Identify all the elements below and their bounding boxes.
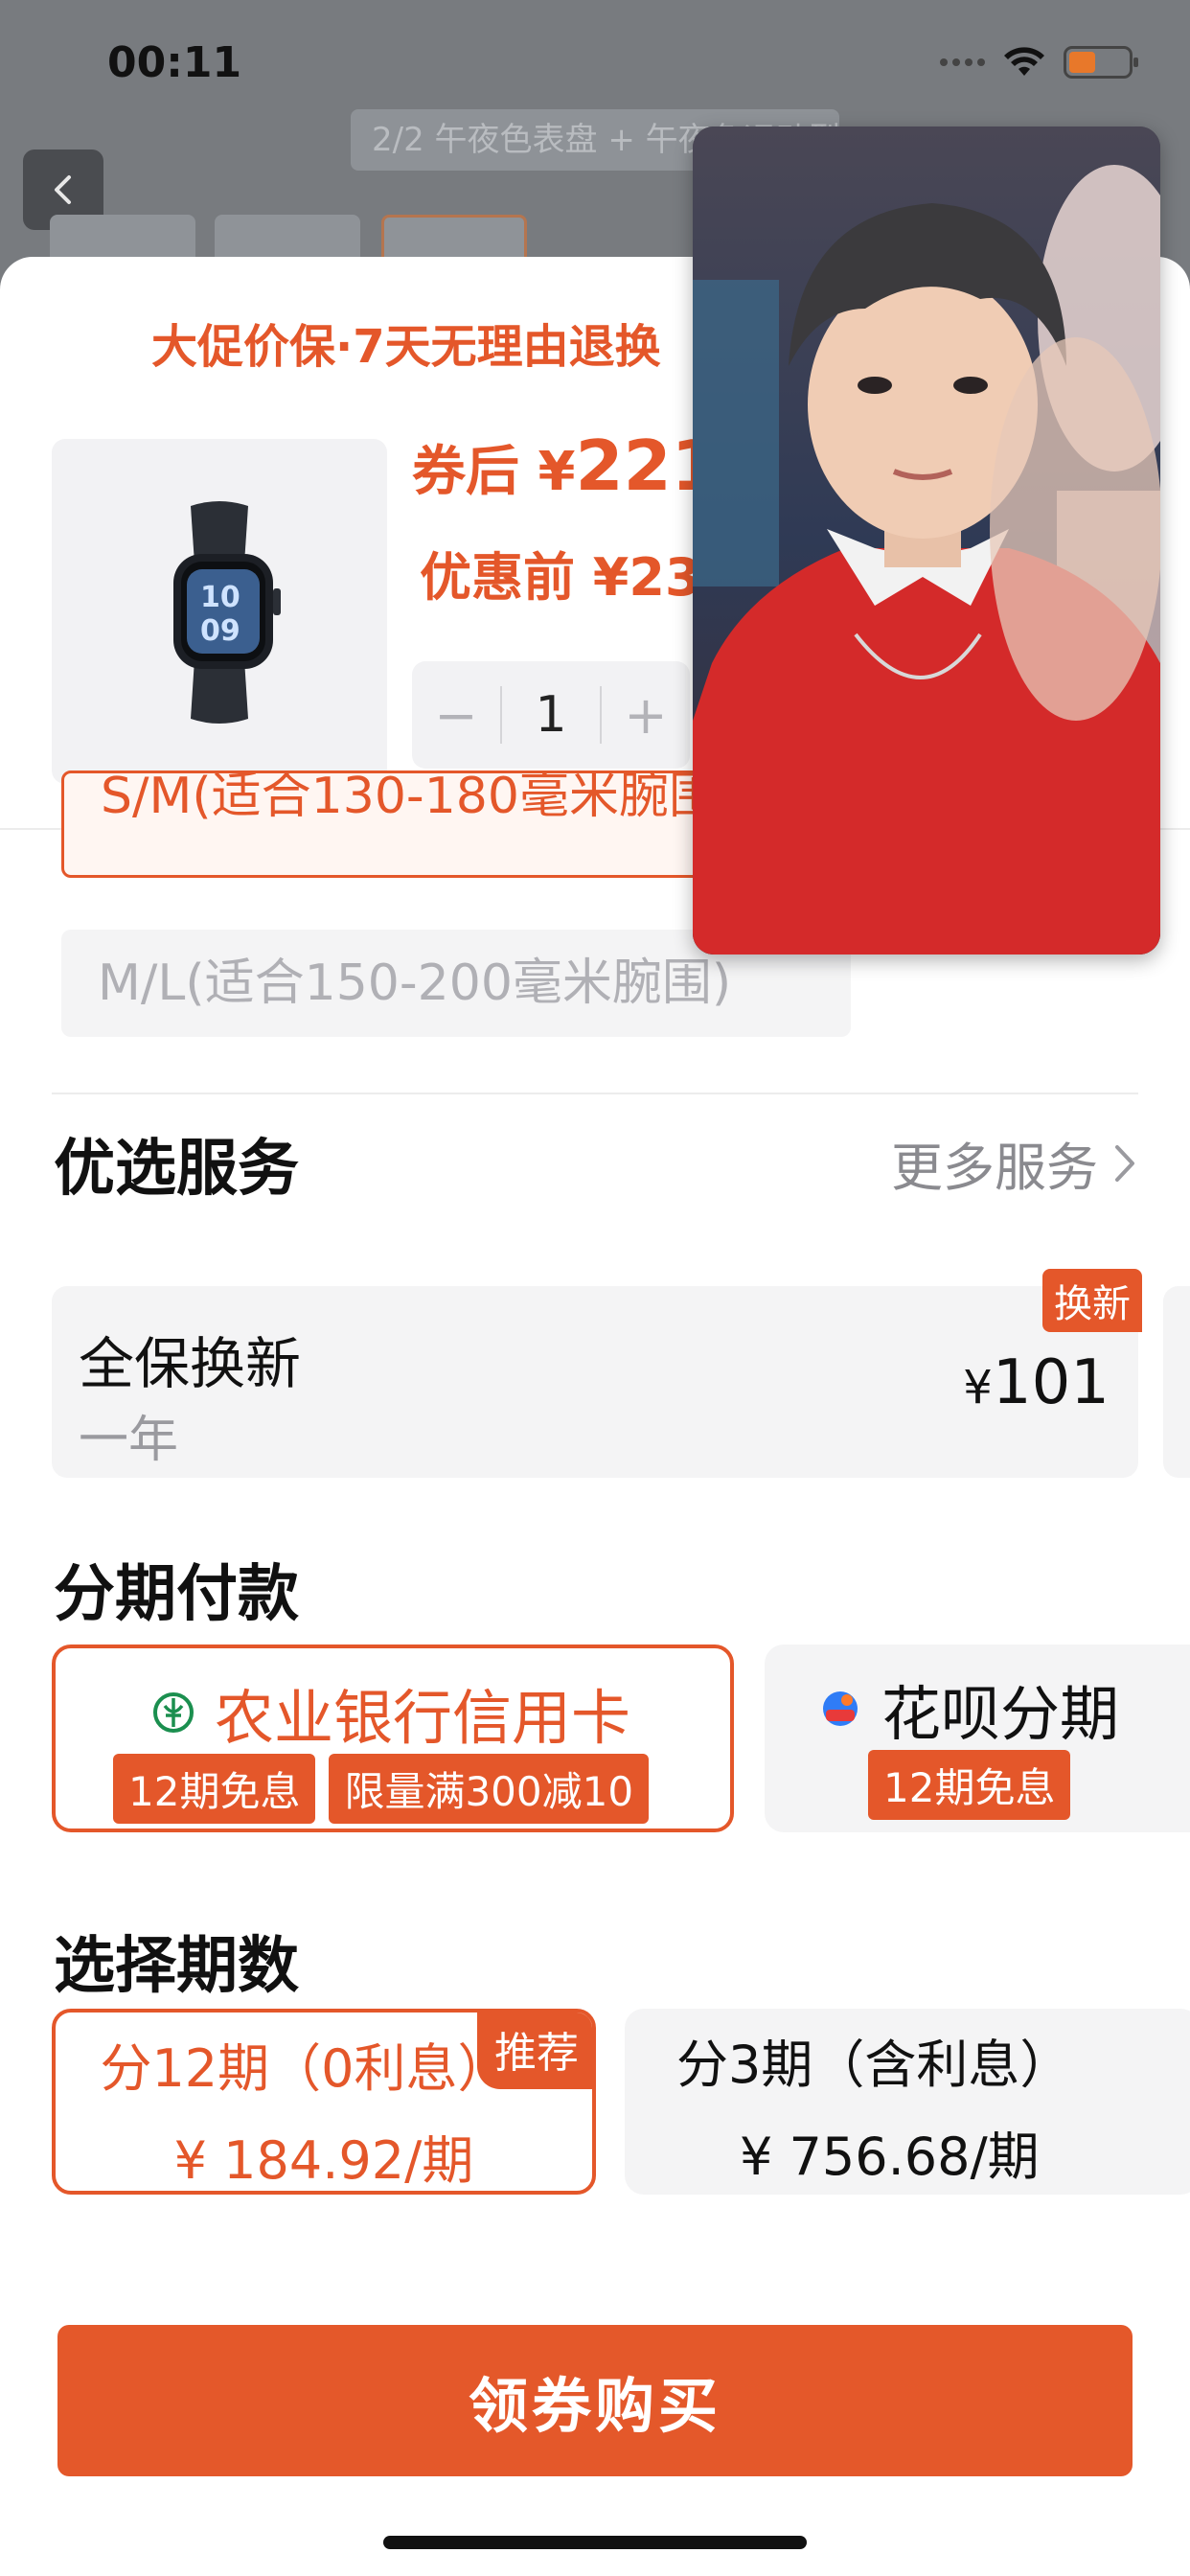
service-price: ¥101 <box>963 1347 1110 1418</box>
abc-bank-icon <box>153 1692 194 1733</box>
service-duration: 一年 <box>79 1412 179 1469</box>
installment-option-abc[interactable]: 农业银行信用卡 12期免息 限量满300减10 <box>52 1644 734 1832</box>
installment-title: 花呗分期 <box>818 1666 1119 1752</box>
installment-name: 花呗分期 <box>881 1679 1120 1749</box>
watch-image: 10 09 <box>173 501 281 724</box>
period-option-3[interactable]: 分3期（含利息） ¥ 756.68/期 <box>625 2009 1190 2195</box>
period-price: ¥ 756.68/期 <box>740 2127 1040 2187</box>
product-image: 10 09 <box>52 439 387 784</box>
huabei-icon <box>823 1691 858 1726</box>
service-price-value: 101 <box>992 1347 1110 1418</box>
size-option-sm[interactable]: S/M(适合130-180毫米腕围) <box>61 770 722 878</box>
home-indicator <box>383 2536 807 2549</box>
live-host-video <box>693 126 1160 954</box>
status-icons <box>940 46 1138 79</box>
installment-tag: 限量满300减10 <box>329 1754 650 1824</box>
installment-tag: 12期免息 <box>113 1754 316 1824</box>
chevron-left-icon <box>55 175 71 204</box>
service-tag: 换新 <box>1042 1269 1142 1332</box>
quantity-stepper: − 1 + <box>412 661 690 769</box>
price-after-coupon: 券后 ¥221 <box>412 426 720 506</box>
installment-option-huabei[interactable]: 花呗分期 12期免息 <box>765 1644 1190 1832</box>
svg-text:09: 09 <box>200 614 240 648</box>
service-name: 全保换新 <box>79 1331 302 1396</box>
period-option-12[interactable]: 分12期（0利息） ¥ 184.92/期 推荐 <box>52 2009 596 2195</box>
buy-with-coupon-button[interactable]: 领券购买 <box>57 2325 1133 2476</box>
recommend-badge: 推荐 <box>477 2012 592 2089</box>
size-option-label: S/M(适合130-180毫米腕围) <box>101 770 722 825</box>
price-after-label: 券后 ¥ <box>412 441 576 503</box>
installments-title: 分期付款 <box>54 1559 299 1630</box>
live-video-window[interactable] <box>693 126 1160 954</box>
more-services-label: 更多服务 <box>891 1138 1098 1198</box>
period-label: 分3期（含利息） <box>676 2035 1072 2095</box>
svg-text:10: 10 <box>200 581 240 614</box>
wifi-icon <box>1004 47 1044 76</box>
quantity-value[interactable]: 1 <box>500 686 602 744</box>
signal-icon <box>940 58 985 66</box>
installment-name: 农业银行信用卡 <box>215 1683 631 1753</box>
period-price: ¥ 184.92/期 <box>173 2130 474 2191</box>
battery-icon <box>1064 46 1138 79</box>
currency-symbol: ¥ <box>963 1361 993 1414</box>
installment-tags: 12期免息 限量满300减10 <box>113 1754 650 1824</box>
services-title: 优选服务 <box>54 1134 299 1205</box>
decrease-button[interactable]: − <box>412 685 500 746</box>
more-services-link[interactable]: 更多服务 <box>891 1125 1140 1201</box>
price-before-discount: 优惠前 ¥23 <box>420 547 701 608</box>
increase-button[interactable]: + <box>602 685 690 746</box>
installment-title: 农业银行信用卡 <box>151 1669 630 1756</box>
service-card-next[interactable] <box>1163 1286 1190 1478</box>
installment-tag: 12期免息 <box>868 1750 1071 1820</box>
periods-title: 选择期数 <box>54 1931 299 2002</box>
status-time: 00:11 <box>107 38 242 87</box>
service-card-full-protection[interactable]: 全保换新 一年 ¥101 换新 <box>52 1269 1142 1478</box>
divider <box>52 1092 1138 1094</box>
installment-tags: 12期免息 <box>868 1750 1071 1820</box>
chevron-right-icon <box>1115 1144 1134 1182</box>
promo-banner: 大促价保·7天无理由退换 <box>151 320 661 374</box>
